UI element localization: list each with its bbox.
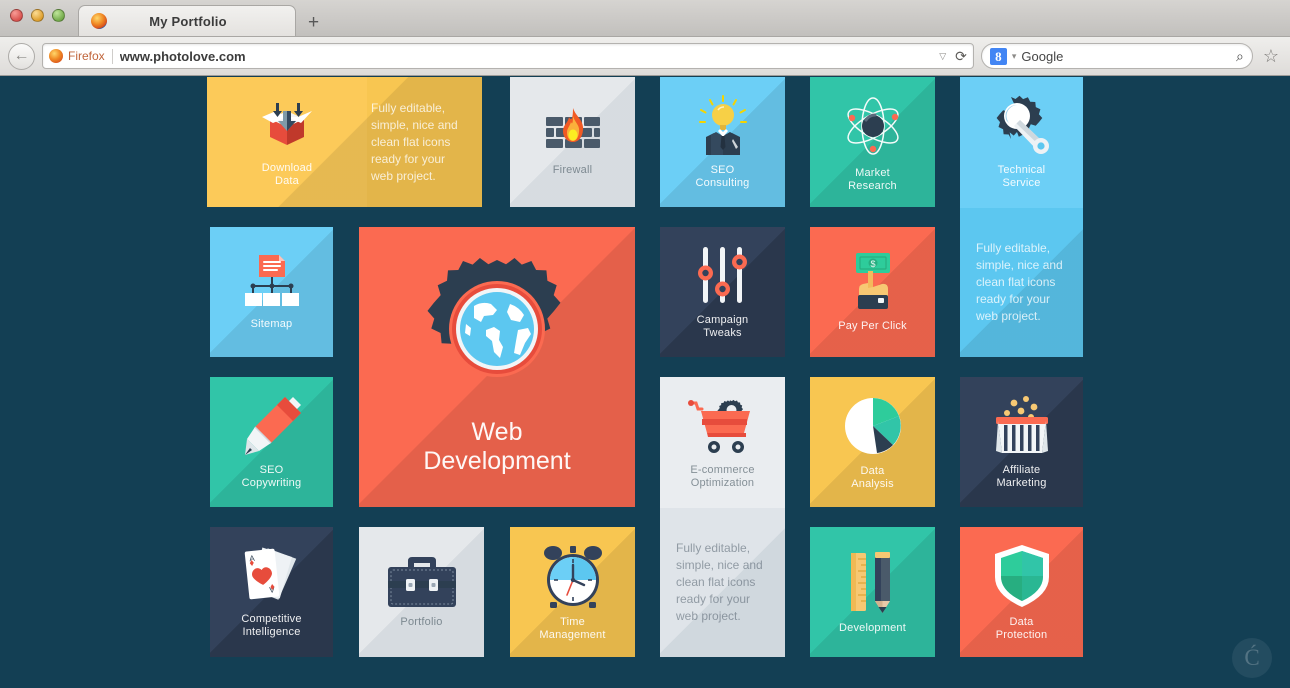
tile-data-protection[interactable]: Data Protection bbox=[960, 527, 1083, 657]
tile-pay-per-click[interactable]: $ Pay Per Click bbox=[810, 227, 935, 357]
tile-label: SEO Copywriting bbox=[241, 463, 302, 489]
tile-label: Firewall bbox=[552, 164, 593, 176]
firefox-orb-icon bbox=[49, 49, 63, 63]
search-bar[interactable]: 8 ▾ Google ⌕ bbox=[980, 43, 1253, 69]
address-bar-divider bbox=[111, 48, 113, 64]
tile-description: Fully editable, simple, nice and clean f… bbox=[371, 100, 458, 183]
firefox-favicon-icon bbox=[91, 13, 107, 29]
address-bar-actions: ▽ ⟳ bbox=[939, 48, 967, 65]
market-research-icon bbox=[839, 92, 907, 160]
data-analysis-icon bbox=[841, 394, 905, 458]
tile-campaign-tweaks[interactable]: Campaign Tweaks bbox=[660, 227, 785, 357]
portfolio-grid: Download Data Fully editable, simple, ni… bbox=[207, 77, 1083, 688]
tile-time-management[interactable]: Time Management bbox=[510, 527, 635, 657]
tile-label: Download Data bbox=[261, 161, 313, 187]
seo-consulting-icon bbox=[692, 94, 754, 157]
portfolio-icon bbox=[386, 555, 458, 609]
tile-label: Campaign Tweaks bbox=[696, 313, 749, 339]
tile-label: Portfolio bbox=[400, 616, 443, 628]
competitive-intelligence-icon: A A bbox=[239, 546, 305, 606]
tab-title: My Portfolio bbox=[149, 13, 227, 29]
tile-competitive-intelligence[interactable]: A A Competitive Intelligence bbox=[210, 527, 333, 657]
new-tab-button[interactable]: + bbox=[308, 13, 319, 32]
search-engine-label: Google bbox=[1021, 48, 1064, 64]
browser-window: My Portfolio + ← Firefox www.photolove.c… bbox=[0, 0, 1290, 688]
zoom-window-button[interactable] bbox=[52, 9, 65, 22]
ecommerce-optimization-icon bbox=[687, 395, 758, 457]
tile-seo-copywriting[interactable]: SEO Copywriting bbox=[210, 377, 333, 507]
firewall-icon bbox=[542, 107, 604, 157]
tile-ecommerce-optimization[interactable]: E-commerce Optimization Fully editable, … bbox=[660, 377, 785, 657]
tile-firewall[interactable]: Firewall bbox=[510, 77, 635, 207]
tile-download-data[interactable]: Download Data Fully editable, simple, ni… bbox=[207, 77, 482, 207]
minimize-window-button[interactable] bbox=[31, 9, 44, 22]
page-content: Download Data Fully editable, simple, ni… bbox=[0, 77, 1290, 688]
tile-portfolio[interactable]: Portfolio bbox=[359, 527, 484, 657]
tile-technical-service[interactable]: Technical Service Fully editable, simple… bbox=[960, 77, 1083, 357]
address-bar[interactable]: Firefox www.photolove.com ▽ ⟳ bbox=[42, 43, 974, 69]
google-icon: 8 bbox=[989, 47, 1007, 65]
tile-description: Fully editable, simple, nice and clean f… bbox=[676, 541, 763, 623]
close-window-button[interactable] bbox=[10, 9, 23, 22]
search-engine-chevron-down-icon[interactable]: ▾ bbox=[1012, 51, 1017, 62]
tile-label: Data Analysis bbox=[851, 464, 894, 490]
pay-per-click-icon: $ bbox=[842, 251, 904, 313]
navigation-toolbar: ← Firefox www.photolove.com ▽ ⟳ 8 ▾ Goog… bbox=[0, 37, 1290, 76]
site-watermark-logo: Ć bbox=[1232, 638, 1272, 678]
tile-market-research[interactable]: Market Research bbox=[810, 77, 935, 207]
browser-tab[interactable]: My Portfolio bbox=[78, 5, 296, 36]
time-management-icon bbox=[540, 543, 606, 609]
download-data-icon bbox=[256, 97, 318, 155]
tile-data-analysis[interactable]: Data Analysis bbox=[810, 377, 935, 507]
firefox-identity-badge: Firefox bbox=[49, 49, 105, 63]
technical-service-icon bbox=[989, 95, 1055, 157]
window-controls bbox=[10, 9, 65, 22]
tile-label: Development bbox=[838, 622, 906, 634]
seo-copywriting-icon bbox=[241, 395, 303, 457]
tile-label: Technical Service bbox=[997, 164, 1046, 189]
campaign-tweaks-icon bbox=[696, 245, 750, 307]
bookmark-star-icon[interactable]: ☆ bbox=[1260, 46, 1282, 67]
data-protection-icon bbox=[991, 543, 1053, 609]
tile-label: E-commerce Optimization bbox=[690, 464, 755, 489]
tile-label: SEO Consulting bbox=[695, 163, 750, 189]
tile-label: Pay Per Click bbox=[838, 320, 907, 332]
tile-web-development[interactable]: Web Development bbox=[359, 227, 635, 507]
tile-label: Sitemap bbox=[250, 318, 293, 330]
tile-label: Data Protection bbox=[995, 615, 1048, 641]
firefox-label: Firefox bbox=[68, 49, 105, 63]
tile-label: Market Research bbox=[848, 166, 897, 192]
tile-seo-consulting[interactable]: SEO Consulting bbox=[660, 77, 785, 207]
url-text[interactable]: www.photolove.com bbox=[120, 49, 940, 64]
tab-strip: My Portfolio + bbox=[0, 0, 1290, 37]
back-button[interactable]: ← bbox=[8, 42, 35, 70]
chevron-down-icon[interactable]: ▽ bbox=[939, 51, 946, 62]
tile-sitemap[interactable]: Sitemap bbox=[210, 227, 333, 357]
affiliate-marketing-icon bbox=[990, 395, 1054, 457]
tile-label: Competitive Intelligence bbox=[241, 612, 302, 638]
search-icon[interactable]: ⌕ bbox=[1236, 48, 1244, 65]
tile-label: Web Development bbox=[423, 418, 571, 475]
sitemap-icon bbox=[241, 253, 303, 311]
development-icon bbox=[846, 549, 900, 615]
tile-description: Fully editable, simple, nice and clean f… bbox=[976, 241, 1063, 323]
svg-text:$: $ bbox=[870, 259, 875, 269]
tile-label: Affiliate Marketing bbox=[996, 463, 1047, 489]
tile-label: Time Management bbox=[539, 615, 606, 641]
tile-affiliate-marketing[interactable]: Affiliate Marketing bbox=[960, 377, 1083, 507]
web-development-icon bbox=[426, 258, 568, 400]
reload-icon[interactable]: ⟳ bbox=[955, 48, 967, 65]
tile-development[interactable]: Development bbox=[810, 527, 935, 657]
